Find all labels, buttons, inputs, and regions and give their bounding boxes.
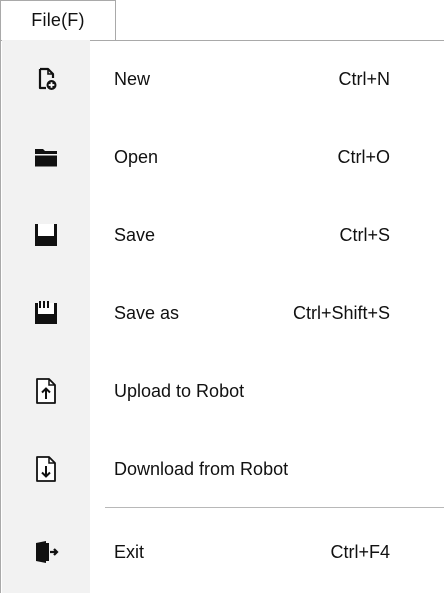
- folder-open-icon: [2, 118, 90, 196]
- file-menu-dropdown: New Ctrl+N Open Ctrl+O Save Ctrl+S Save …: [0, 40, 444, 593]
- menu-item-upload-to-robot[interactable]: Upload to Robot: [2, 352, 444, 430]
- menu-item-save-label: Save: [114, 225, 156, 245]
- menu-item-open-shortcut: Ctrl+O: [337, 147, 390, 167]
- menu-item-save-shortcut: Ctrl+S: [339, 225, 390, 245]
- menu-separator: [105, 507, 444, 508]
- menu-item-save-as-label: Save as: [114, 303, 180, 323]
- menu-item-exit-label: Exit: [114, 542, 145, 562]
- menu-item-exit-shortcut: Ctrl+F4: [330, 542, 390, 562]
- download-icon: [2, 430, 90, 508]
- menu-item-new-shortcut: Ctrl+N: [338, 69, 390, 89]
- menu-item-new[interactable]: New Ctrl+N: [2, 40, 444, 118]
- menu-item-exit[interactable]: Exit Ctrl+F4: [2, 513, 444, 591]
- file-menu-title[interactable]: File(F): [0, 0, 116, 40]
- menu-item-save-as-shortcut: Ctrl+Shift+S: [292, 303, 390, 323]
- save-icon: [2, 196, 90, 274]
- menu-item-new-label: New: [114, 69, 151, 89]
- menu-item-download-from-robot[interactable]: Download from Robot: [2, 430, 444, 508]
- menu-item-save-as[interactable]: Save as Ctrl+Shift+S: [2, 274, 444, 352]
- menu-item-open-label: Open: [114, 147, 159, 167]
- menu-item-upload-label: Upload to Robot: [114, 381, 245, 401]
- menu-bar: File(F): [0, 0, 444, 41]
- file-menu-window: File(F) New Ctrl+N Open Ctrl+O Save Ctrl…: [0, 0, 444, 593]
- menu-item-download-label: Download from Robot: [114, 459, 289, 479]
- upload-icon: [2, 352, 90, 430]
- menu-item-open[interactable]: Open Ctrl+O: [2, 118, 444, 196]
- save-as-icon: [2, 274, 90, 352]
- exit-icon: [2, 513, 90, 591]
- new-file-icon: [2, 40, 90, 118]
- menu-item-save[interactable]: Save Ctrl+S: [2, 196, 444, 274]
